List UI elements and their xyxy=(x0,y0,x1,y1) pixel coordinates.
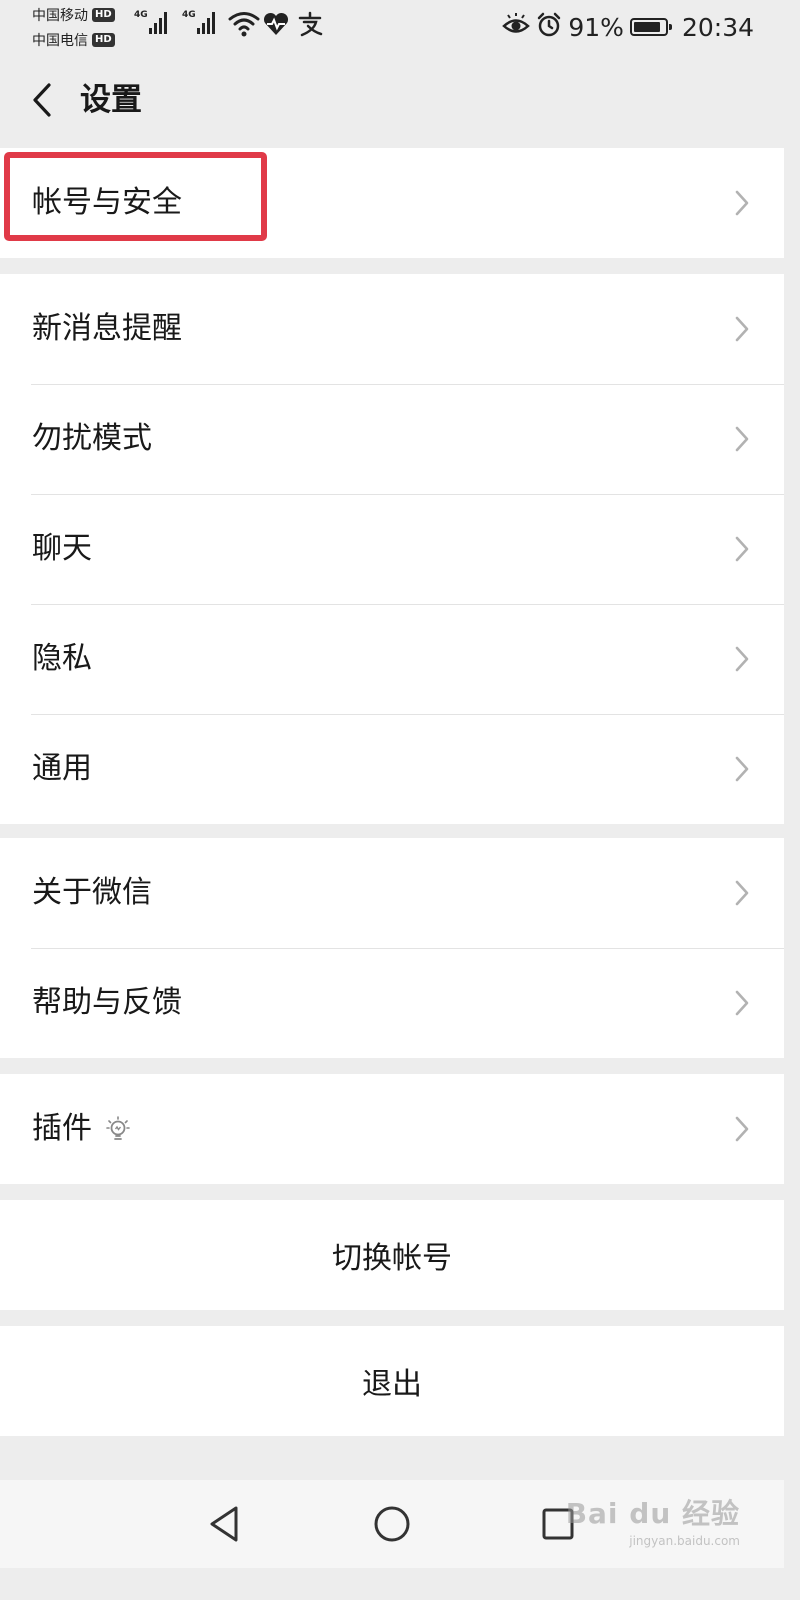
settings-item-label: 帮助与反馈 xyxy=(32,985,182,1020)
status-right: 91% 20:34 xyxy=(502,10,754,44)
chevron-right-icon xyxy=(735,316,749,342)
settings-item-help-feedback[interactable]: 帮助与反馈 xyxy=(0,948,784,1058)
alipay-icon xyxy=(296,10,324,42)
carrier-1: 中国移动 HD xyxy=(32,5,115,25)
watermark: Bai du 经验 jingyan.baidu.com xyxy=(566,1492,740,1548)
settings-item-label: 勿扰模式 xyxy=(32,421,152,456)
settings-item-do-not-disturb[interactable]: 勿扰模式 xyxy=(0,384,784,494)
settings-item-notifications[interactable]: 新消息提醒 xyxy=(0,274,784,384)
settings-item-chat[interactable]: 聊天 xyxy=(0,494,784,604)
logout-button[interactable]: 退出 xyxy=(0,1326,784,1436)
status-bar: 中国移动 HD 中国电信 HD 4G 4G 91% 20:34 xyxy=(0,0,784,56)
chevron-right-icon xyxy=(735,190,749,216)
network-type: 4G xyxy=(182,10,196,20)
battery-fill xyxy=(633,22,660,32)
home-circle-icon xyxy=(374,1506,410,1542)
chevron-right-icon xyxy=(735,646,749,672)
clock: 20:34 xyxy=(681,12,754,42)
settings-group-plugins: 插件 xyxy=(0,1074,784,1184)
hd-badge: HD xyxy=(92,33,115,47)
battery-percent: 91% xyxy=(568,12,624,42)
settings-item-label: 新消息提醒 xyxy=(32,311,182,346)
back-triangle-icon xyxy=(210,1506,238,1542)
settings-item-plugins[interactable]: 插件 xyxy=(0,1074,784,1184)
watermark-url: jingyan.baidu.com xyxy=(629,1534,740,1548)
nav-back-button[interactable] xyxy=(202,1502,246,1546)
eye-icon xyxy=(502,13,531,41)
wifi-icon xyxy=(228,10,260,42)
logout-group: 退出 xyxy=(0,1326,784,1436)
settings-group-main: 新消息提醒 勿扰模式 聊天 隐私 通用 xyxy=(0,274,784,824)
carrier-2-name: 中国电信 xyxy=(32,33,88,49)
settings-item-about[interactable]: 关于微信 xyxy=(0,838,784,948)
chevron-right-icon xyxy=(735,536,749,562)
network-type: 4G xyxy=(134,10,148,20)
header: 设置 xyxy=(0,56,784,148)
settings-item-label: 关于微信 xyxy=(32,875,152,910)
hd-badge: HD xyxy=(92,8,115,22)
chevron-right-icon xyxy=(735,1116,749,1142)
page-title: 设置 xyxy=(80,82,142,118)
signal-icon: 4G xyxy=(182,10,215,34)
watermark-logo: Bai du 经验 xyxy=(565,1497,740,1530)
chevron-right-icon xyxy=(735,756,749,782)
settings-group-account: 帐号与安全 xyxy=(0,148,784,258)
settings-group-about: 关于微信 帮助与反馈 xyxy=(0,838,784,1058)
alarm-icon xyxy=(536,12,562,42)
switch-account-button[interactable]: 切换帐号 xyxy=(0,1200,784,1310)
carrier-1-name: 中国移动 xyxy=(32,8,88,24)
carrier-2: 中国电信 HD xyxy=(32,30,115,50)
settings-item-label: 隐私 xyxy=(32,641,92,676)
chevron-right-icon xyxy=(735,880,749,906)
battery-icon xyxy=(629,18,672,36)
chevron-right-icon xyxy=(735,990,749,1016)
nav-home-button[interactable] xyxy=(370,1502,414,1546)
back-button[interactable] xyxy=(22,78,62,122)
signal-icon: 4G xyxy=(134,10,167,34)
switch-account-group: 切换帐号 xyxy=(0,1200,784,1310)
settings-item-privacy[interactable]: 隐私 xyxy=(0,604,784,714)
settings-item-general[interactable]: 通用 xyxy=(0,714,784,824)
settings-item-account-security[interactable]: 帐号与安全 xyxy=(0,148,784,258)
chevron-right-icon xyxy=(735,426,749,452)
health-icon xyxy=(262,10,290,42)
settings-item-label: 插件 xyxy=(32,1111,92,1146)
system-nav-bar: Bai du 经验 jingyan.baidu.com xyxy=(0,1480,784,1568)
chevron-left-icon xyxy=(33,83,51,117)
settings-item-label: 通用 xyxy=(32,751,92,786)
settings-item-label: 帐号与安全 xyxy=(32,185,182,220)
settings-item-label: 聊天 xyxy=(32,531,92,566)
settings-item-label-wrap: 插件 xyxy=(32,1109,130,1149)
lightbulb-icon xyxy=(106,1116,130,1140)
